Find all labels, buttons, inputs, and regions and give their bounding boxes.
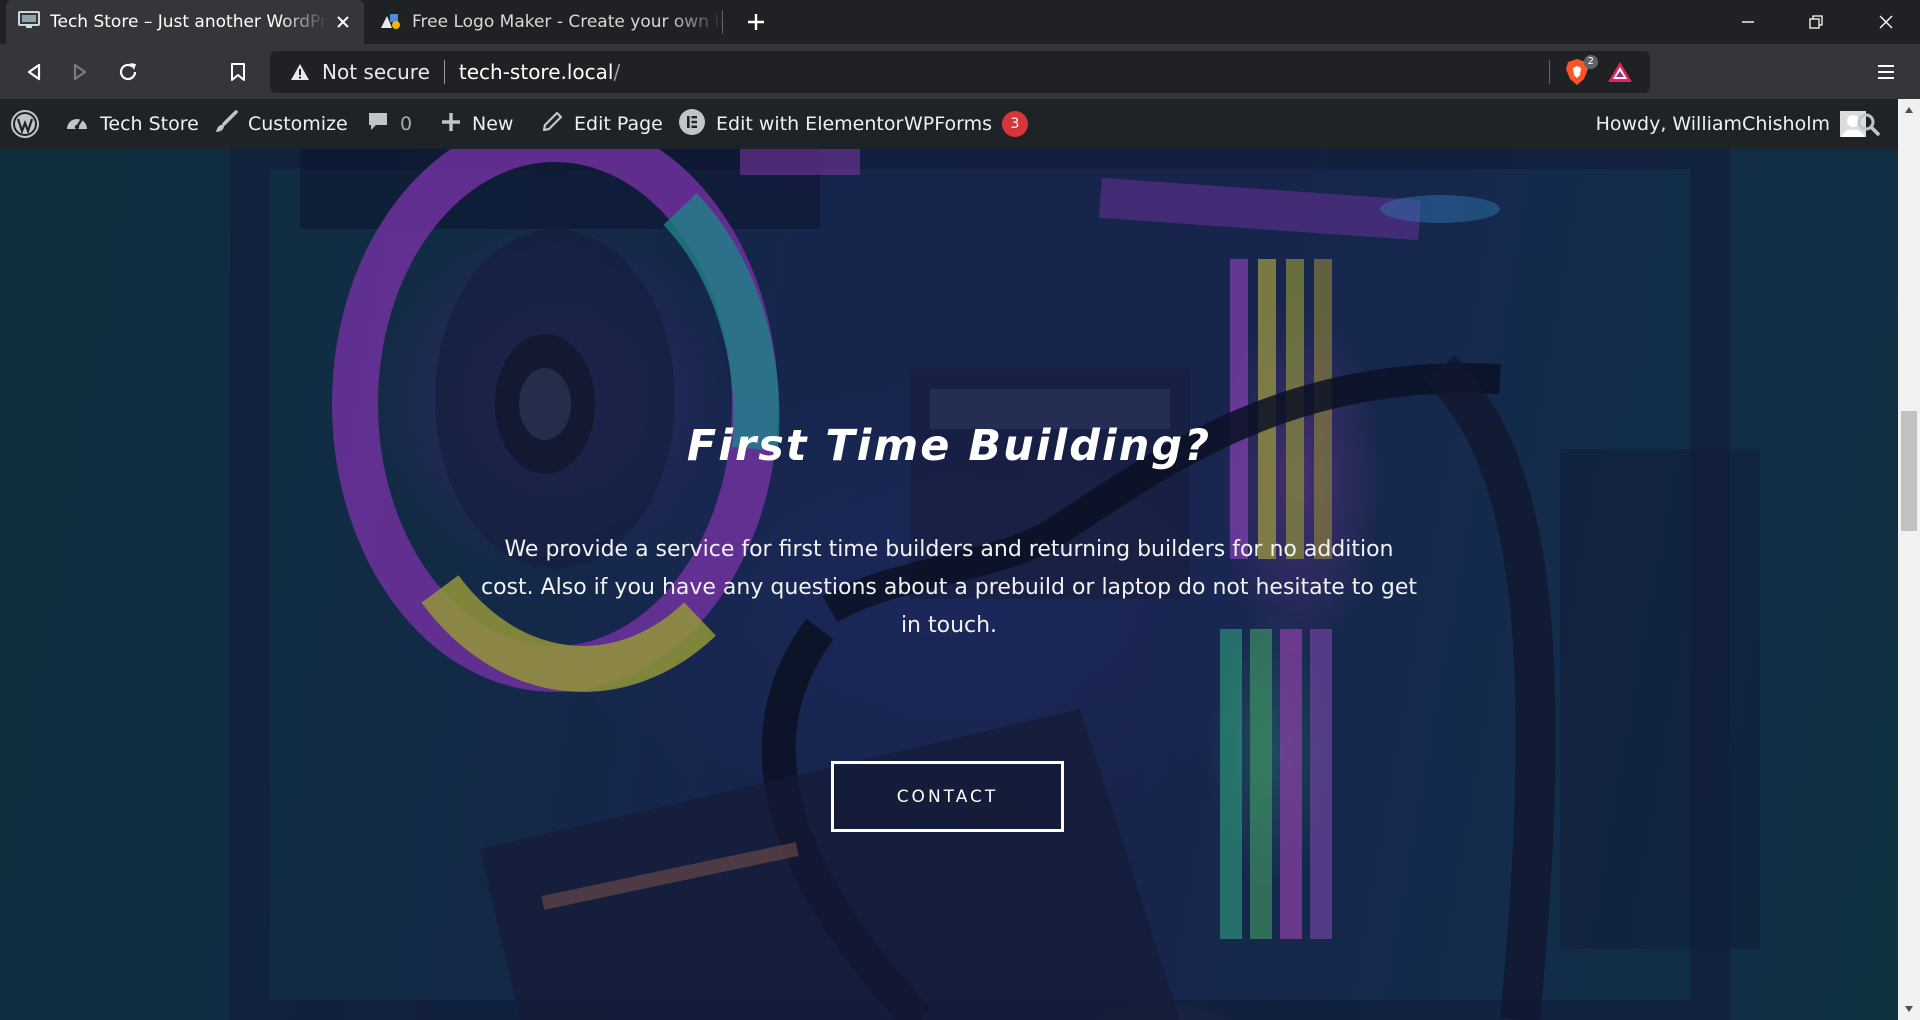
scrollbar-thumb[interactable] (1901, 411, 1917, 531)
back-icon[interactable] (16, 54, 52, 90)
wpforms-badge: 3 (1002, 111, 1029, 137)
wpforms-link[interactable]: WPForms 3 (904, 99, 1029, 149)
elementor-link[interactable]: Edit with Elementor (678, 99, 903, 149)
elementor-label: Edit with Elementor (716, 113, 904, 135)
elementor-icon (678, 108, 706, 141)
comments-count: 0 (400, 113, 413, 135)
tab-title: Free Logo Maker - Create your own logo (412, 12, 724, 32)
my-account-link[interactable]: Howdy, WilliamChisholm (1596, 99, 1866, 149)
monitor-icon (18, 10, 40, 34)
close-icon[interactable] (1852, 0, 1920, 44)
hero-title: First Time Building? (686, 421, 1212, 471)
security-label[interactable]: Not secure (322, 60, 430, 84)
tab-title: Tech Store – Just another WordPress site (50, 12, 328, 32)
new-content-link[interactable]: New (440, 99, 513, 149)
brave-shield-icon[interactable]: 2 (1564, 55, 1598, 87)
edit-page-link[interactable]: Edit Page (540, 99, 663, 149)
comments-link[interactable]: 0 (366, 99, 412, 149)
divider (1549, 60, 1550, 84)
scroll-up-icon[interactable] (1898, 99, 1920, 121)
search-icon[interactable] (1856, 99, 1880, 149)
browser-tab-strip: Tech Store – Just another WordPress site… (0, 0, 1920, 44)
howdy-label: Howdy, WilliamChisholm (1595, 113, 1830, 135)
hero-content: First Time Building? We provide a servic… (0, 149, 1898, 1020)
minimize-icon[interactable] (1714, 0, 1782, 44)
plus-icon[interactable] (740, 6, 772, 38)
wp-admin-bar: Tech Store Customize 0 New Edit Page Edi… (0, 99, 1920, 149)
scroll-down-icon[interactable] (1898, 998, 1920, 1020)
url-path: / (613, 60, 621, 84)
new-label: New (472, 113, 514, 135)
tab-separator (722, 10, 723, 34)
address-bar[interactable]: Not secure tech-store.local/ 2 (270, 51, 1650, 93)
site-name: Tech Store (100, 113, 199, 135)
url-text[interactable]: tech-store.local/ (459, 60, 620, 84)
dashboard-icon (64, 111, 90, 138)
restore-icon[interactable] (1782, 0, 1850, 44)
brush-icon (214, 109, 238, 139)
url-host: tech-store.local (458, 60, 614, 84)
wordpress-logo-icon[interactable] (10, 99, 40, 149)
divider (443, 60, 445, 84)
pencil-icon (540, 110, 564, 139)
page-scrollbar[interactable] (1898, 99, 1920, 1020)
brave-rewards-icon[interactable] (1606, 58, 1634, 86)
site-name-link[interactable]: Tech Store (64, 99, 199, 149)
tab-logo-maker[interactable]: Free Logo Maker - Create your own logo (368, 0, 724, 44)
customize-label: Customize (248, 113, 348, 135)
forward-icon[interactable] (62, 54, 98, 90)
menu-icon[interactable] (1868, 54, 1904, 90)
wpforms-label: WPForms (904, 113, 993, 135)
contact-button[interactable]: CONTACT (831, 761, 1064, 832)
reload-icon[interactable] (110, 54, 146, 90)
browser-toolbar: Not secure tech-store.local/ 2 (0, 44, 1920, 99)
shield-count: 2 (1583, 55, 1598, 69)
logo-maker-icon (378, 10, 402, 35)
hero-text: We provide a service for first time buil… (480, 537, 1418, 638)
warning-icon[interactable] (290, 61, 312, 83)
tab-close-icon[interactable] (328, 7, 358, 37)
omnibox-actions: 2 (1549, 51, 1650, 93)
tab-tech-store[interactable]: Tech Store – Just another WordPress site (6, 0, 364, 44)
edit-page-label: Edit Page (574, 113, 663, 135)
plus-icon (440, 111, 462, 138)
hero-section: First Time Building? We provide a servic… (0, 149, 1898, 1020)
customize-link[interactable]: Customize (214, 99, 348, 149)
comment-icon (366, 110, 390, 139)
bookmark-icon[interactable] (220, 54, 256, 90)
